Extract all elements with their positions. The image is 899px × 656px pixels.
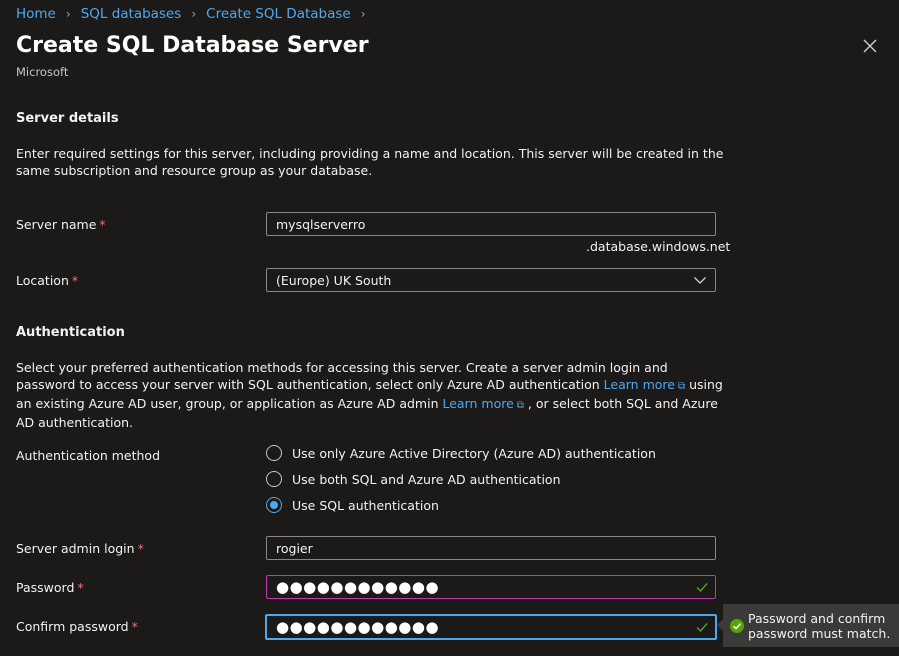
checkmark-icon <box>696 583 708 593</box>
chevron-down-icon <box>694 277 706 284</box>
required-marker: * <box>131 619 138 634</box>
radio-button[interactable] <box>266 471 282 487</box>
authentication-method-label: Authentication method <box>16 448 161 463</box>
location-select[interactable]: (Europe) UK South <box>266 268 716 292</box>
server-details-heading: Server details <box>16 111 119 126</box>
admin-login-label: Server admin login * <box>16 541 144 556</box>
admin-login-input[interactable]: rogier <box>266 536 716 560</box>
radio-label: Use SQL authentication <box>292 497 439 513</box>
breadcrumb-home[interactable]: Home <box>16 6 56 22</box>
learn-more-link-azure-ad-admin[interactable]: Learn more ⧉ <box>442 396 523 411</box>
chevron-right-icon: › <box>191 7 197 21</box>
required-marker: * <box>71 273 79 288</box>
radio-sql-authentication[interactable]: Use SQL authentication <box>266 497 439 513</box>
close-button[interactable] <box>860 36 880 56</box>
more-options-button[interactable]: ··· <box>342 36 360 55</box>
confirm-password-input[interactable]: ●●●●●●●●●●●● <box>265 614 717 640</box>
server-name-value: mysqlserverro <box>276 217 366 232</box>
admin-login-value: rogier <box>276 541 313 556</box>
authentication-description: Select your preferred authentication met… <box>16 360 723 430</box>
required-marker: * <box>137 541 144 556</box>
chevron-right-icon: › <box>360 7 366 21</box>
password-value: ●●●●●●●●●●●● <box>276 578 440 596</box>
checkmark-icon <box>696 623 708 633</box>
external-link-icon: ⧉ <box>516 400 524 411</box>
radio-azure-ad-only[interactable]: Use only Azure Active Directory (Azure A… <box>266 445 656 461</box>
radio-label: Use only Azure Active Directory (Azure A… <box>292 445 656 461</box>
required-marker: * <box>77 580 84 595</box>
breadcrumb-sql-databases[interactable]: SQL databases <box>81 6 182 22</box>
tooltip-arrow <box>717 619 723 631</box>
server-name-input[interactable]: mysqlserverro <box>266 212 716 236</box>
tooltip-text: Password and confirm password must match… <box>748 611 891 641</box>
publisher-label: Microsoft <box>16 65 69 79</box>
breadcrumb-create-sql-database[interactable]: Create SQL Database <box>206 6 351 22</box>
server-name-label: Server name * <box>16 217 106 232</box>
chevron-right-icon: › <box>65 7 71 21</box>
location-selected-value: (Europe) UK South <box>276 273 392 288</box>
radio-button-selected[interactable] <box>266 497 282 513</box>
confirm-password-value: ●●●●●●●●●●●● <box>276 618 440 636</box>
password-input[interactable]: ●●●●●●●●●●●● <box>266 575 716 599</box>
authentication-heading: Authentication <box>16 325 125 340</box>
radio-button[interactable] <box>266 445 282 461</box>
confirm-password-label: Confirm password * <box>16 619 138 634</box>
server-name-suffix: .database.windows.net <box>586 239 731 254</box>
required-marker: * <box>99 217 106 232</box>
breadcrumb: Home › SQL databases › Create SQL Databa… <box>16 6 376 22</box>
page-title: Create SQL Database Server <box>16 33 369 58</box>
validation-tooltip: Password and confirm password must match… <box>717 604 899 647</box>
radio-label: Use both SQL and Azure AD authentication <box>292 471 561 487</box>
server-details-description: Enter required settings for this server,… <box>16 146 724 178</box>
learn-more-link-azure-ad[interactable]: Learn more ⧉ <box>604 377 685 392</box>
password-label: Password * <box>16 580 84 595</box>
close-icon <box>863 39 877 53</box>
success-check-icon <box>730 619 744 633</box>
location-label: Location * <box>16 273 79 288</box>
radio-sql-and-azure-ad[interactable]: Use both SQL and Azure AD authentication <box>266 471 561 487</box>
